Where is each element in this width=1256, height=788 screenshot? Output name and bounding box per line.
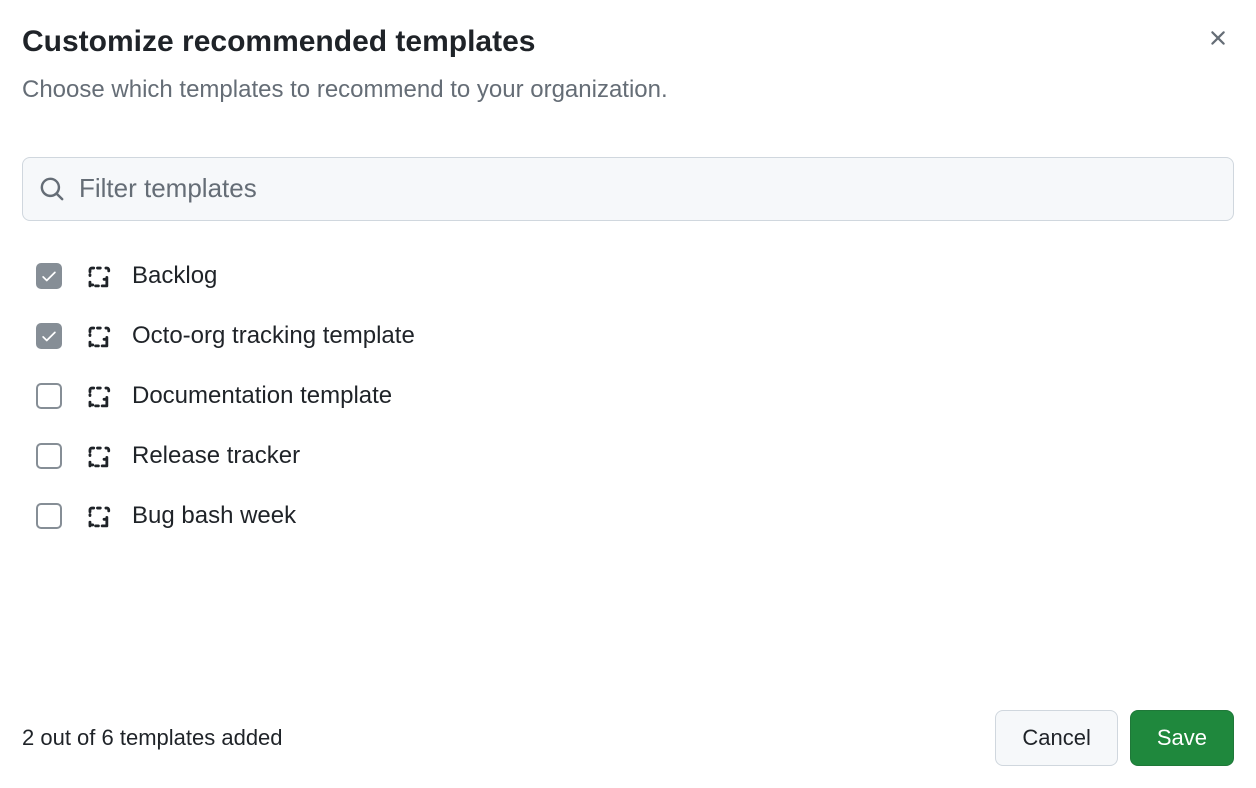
template-list-item[interactable]: Octo-org tracking template: [36, 321, 1234, 351]
header-text-block: Customize recommended templates Choose w…: [22, 22, 668, 107]
search-icon: [39, 176, 65, 202]
dialog-title: Customize recommended templates: [22, 22, 668, 61]
close-button[interactable]: [1202, 22, 1234, 57]
close-icon: [1206, 26, 1230, 53]
project-template-icon: [82, 381, 112, 411]
status-text: 2 out of 6 templates added: [22, 725, 283, 751]
project-template-icon: [82, 321, 112, 351]
template-list-item[interactable]: Release tracker: [36, 441, 1234, 471]
dialog-footer: 2 out of 6 templates added Cancel Save: [22, 690, 1234, 766]
filter-templates-input[interactable]: [79, 173, 1217, 204]
template-label: Octo-org tracking template: [132, 322, 415, 350]
template-checkbox[interactable]: [36, 323, 62, 349]
template-list-item[interactable]: Documentation template: [36, 381, 1234, 411]
project-template-icon: [82, 501, 112, 531]
customize-templates-dialog: Customize recommended templates Choose w…: [0, 0, 1256, 788]
dialog-header: Customize recommended templates Choose w…: [22, 22, 1234, 107]
template-list-item[interactable]: Backlog: [36, 261, 1234, 291]
template-checkbox[interactable]: [36, 263, 62, 289]
template-list: Backlog Octo-org tracking template Documen…: [22, 261, 1234, 531]
template-label: Documentation template: [132, 382, 392, 410]
project-template-icon: [82, 261, 112, 291]
template-checkbox[interactable]: [36, 503, 62, 529]
template-label: Release tracker: [132, 442, 300, 470]
template-list-item[interactable]: Bug bash week: [36, 501, 1234, 531]
template-checkbox[interactable]: [36, 443, 62, 469]
template-label: Bug bash week: [132, 502, 296, 530]
footer-buttons: Cancel Save: [995, 710, 1234, 766]
template-label: Backlog: [132, 262, 217, 290]
cancel-button[interactable]: Cancel: [995, 710, 1117, 766]
dialog-subtitle: Choose which templates to recommend to y…: [22, 73, 668, 107]
search-field-wrapper[interactable]: [22, 157, 1234, 221]
template-checkbox[interactable]: [36, 383, 62, 409]
project-template-icon: [82, 441, 112, 471]
save-button[interactable]: Save: [1130, 710, 1234, 766]
